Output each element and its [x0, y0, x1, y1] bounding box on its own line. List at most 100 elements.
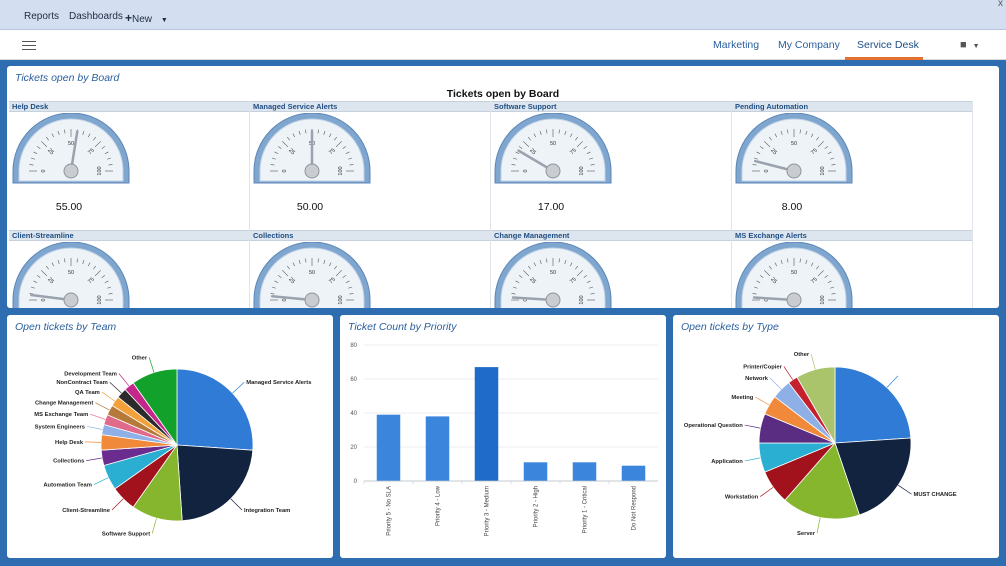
gauge-cell: Client-Streamline 0 25 50 75 100: [9, 230, 250, 308]
gauge-tick-label: 100: [820, 166, 826, 175]
pie-label: Application: [711, 459, 743, 465]
pie-label: Collections: [53, 459, 84, 465]
gauge-dial: 0255075100: [494, 113, 612, 184]
pie-label: Operational Question: [684, 423, 743, 429]
pie-label: Help Desk: [55, 440, 84, 446]
gauge-dial: 0255075100: [735, 113, 853, 184]
pie-label: Client-Streamline: [62, 508, 110, 514]
gauge-cell: Help Desk 0 25 50 75 100 55.00: [9, 101, 250, 230]
dashboard-nav: Marketing My Company Service Desk ■ ▼: [0, 30, 1006, 60]
pie-leader-line: [897, 484, 912, 495]
gauge-tick-label: 50: [309, 270, 315, 276]
pie-leader-line: [109, 381, 122, 394]
gauge-hub: [304, 163, 320, 179]
gauge-value: 55.00: [55, 201, 83, 213]
pie-slice[interactable]: [834, 366, 912, 444]
gauge-tick-label: 50: [791, 270, 797, 276]
bar[interactable]: [376, 414, 401, 481]
bar[interactable]: [572, 462, 597, 481]
gauge-tick-label: 100: [820, 295, 826, 304]
pie-label: Software Support: [102, 532, 150, 538]
x-tick-label: Priority 1 - Critical: [583, 486, 589, 533]
pie-leader-line: [886, 375, 899, 388]
y-tick-label: 80: [350, 343, 357, 349]
gauge-tick-label: 50: [550, 270, 556, 276]
gauge-cell: Software Support 0 25 50 75 100 17.00: [491, 101, 732, 230]
hamburger-menu-icon[interactable]: [22, 41, 36, 50]
pie-slice[interactable]: [176, 368, 254, 451]
pie-label: Server: [797, 531, 816, 537]
gauge-hub: [304, 292, 320, 308]
pie-leader-line: [816, 517, 821, 534]
gauge-dial: 0255075100: [12, 113, 130, 184]
pie-label: System Engineers: [35, 424, 85, 430]
menu-new[interactable]: +New ▼: [125, 11, 168, 25]
close-icon[interactable]: x: [998, 0, 1003, 9]
pie-label: Integration Team: [244, 508, 290, 514]
pie-leader-line: [151, 518, 157, 534]
gauge-cell: Change Management 0 25 50 75 100: [491, 230, 732, 308]
gauge-cell: MS Exchange Alerts 0 25 50 75 100: [732, 230, 973, 308]
pie-label: Workstation: [725, 495, 759, 501]
bar[interactable]: [425, 416, 450, 481]
pie-leader-line: [230, 498, 243, 511]
gauge-tick-label: 100: [579, 295, 585, 304]
pie-leader-line: [86, 457, 103, 461]
pie-label: NonContract Team: [56, 380, 107, 386]
tab-marketing[interactable]: Marketing: [713, 39, 759, 51]
gauge-value: 50.00: [296, 201, 324, 213]
gauge-tick-label: 0: [521, 169, 527, 172]
gauge-hub: [545, 292, 561, 308]
board-panel: Tickets open by Board Tickets open by Bo…: [7, 66, 999, 308]
pie-label: Development Team: [64, 372, 117, 378]
bar[interactable]: [523, 462, 548, 481]
pie-label: Meeting: [731, 395, 753, 401]
gauge-board-label: Change Management: [491, 230, 731, 241]
pie-leader-line: [85, 441, 102, 443]
folder-icon[interactable]: ■ ▼: [960, 39, 980, 51]
pie-leader-line: [755, 396, 770, 406]
pie-label: Change Management: [35, 401, 93, 407]
type-panel: Open tickets by Type MUST CHANGE Server Wo…: [673, 315, 999, 558]
bar[interactable]: [474, 367, 499, 481]
team-pie-chart: Managed Service Alerts Integration Team So…: [34, 355, 311, 538]
caret-down-icon: ▼: [972, 43, 980, 50]
pie-leader-line: [810, 354, 816, 370]
menu-dashboards[interactable]: Dashboards: [69, 11, 123, 22]
gauge-board-label: Client-Streamline: [9, 230, 249, 241]
pie-label: Managed Service Alerts: [246, 380, 311, 386]
menu-new-label: New: [132, 14, 153, 25]
team-panel: Open tickets by Team Managed Service Ale…: [7, 315, 333, 558]
x-tick-label: Priority 4 - Low: [436, 485, 442, 526]
gauge-hub: [63, 292, 79, 308]
gauge-board-label: MS Exchange Alerts: [732, 230, 972, 241]
pie-leader-line: [95, 402, 110, 411]
gauge-hub: [786, 163, 802, 179]
gauge-tick-label: 0: [280, 169, 286, 172]
gauge-board-label: Help Desk: [9, 101, 249, 112]
pie-leader-line: [783, 366, 794, 381]
gauge-tick-label: 50: [68, 141, 74, 147]
gauge-hub: [545, 163, 561, 179]
gauge-cell: Managed Service Alerts0255075100 50.00: [250, 101, 491, 230]
pie-leader-line: [760, 486, 774, 497]
pie-leader-line: [101, 391, 116, 402]
gauge-tick-label: 100: [579, 166, 585, 175]
x-tick-label: Priority 5 - No SLA: [387, 486, 393, 536]
gauge-tick-label: 100: [338, 166, 344, 175]
bar[interactable]: [621, 465, 646, 481]
gauge-tick-label: 0: [39, 169, 45, 172]
pie-leader-line: [232, 381, 245, 394]
gauge-dial: 0255075100: [253, 242, 371, 308]
top-menu-bar: Reports Dashboards +New ▼ x: [0, 0, 1006, 30]
gauge-tick-label: 100: [338, 295, 344, 304]
menu-reports[interactable]: Reports: [24, 11, 59, 22]
y-tick-label: 0: [354, 479, 358, 485]
gauge-dial: 0255075100: [735, 242, 853, 308]
tab-my-company[interactable]: My Company: [778, 39, 840, 51]
x-tick-label: Priority 2 - High: [534, 486, 540, 527]
gauge-board-label: Collections: [250, 230, 490, 241]
pie-label: Network: [745, 376, 769, 382]
gauge-cell: Pending Automation 0 25 50 75 100 8.00: [732, 101, 973, 230]
tab-service-desk[interactable]: Service Desk: [857, 39, 919, 51]
